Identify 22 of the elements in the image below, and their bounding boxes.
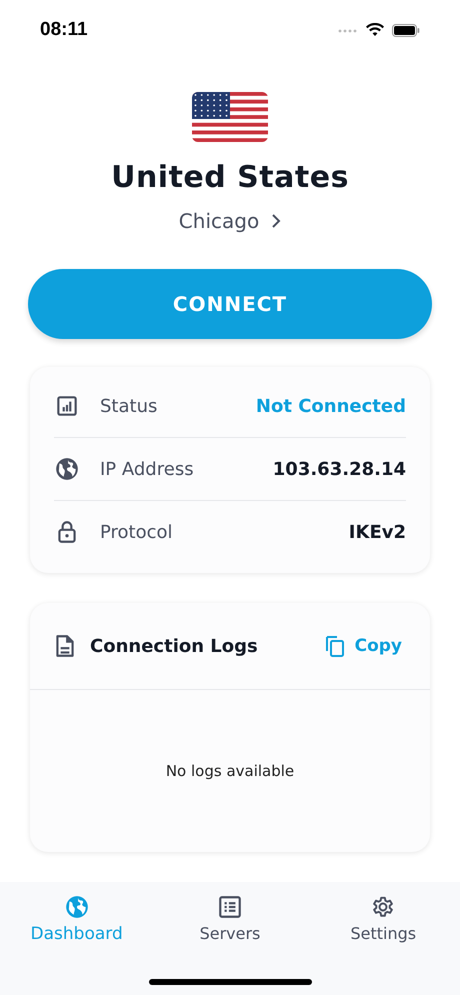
signal-icon bbox=[338, 27, 358, 33]
chevron-icon bbox=[271, 213, 282, 229]
wifi-icon bbox=[366, 23, 384, 37]
tab[interactable]: Settings bbox=[306, 894, 460, 952]
country-name: United States bbox=[111, 160, 349, 195]
info-label: Protocol bbox=[100, 522, 174, 542]
info-value: IKEv2 bbox=[348, 522, 406, 542]
info-value: Not Connected bbox=[256, 396, 406, 416]
city-selector[interactable]: Chicago bbox=[178, 209, 282, 233]
list-icon bbox=[216, 894, 243, 920]
tab[interactable]: Servers bbox=[153, 894, 307, 952]
info-label: Status bbox=[100, 396, 158, 416]
globe-icon bbox=[64, 894, 90, 920]
logs-title: Connection Logs bbox=[90, 636, 259, 656]
info-label: IP Address bbox=[100, 458, 195, 480]
status-time: 08:11 bbox=[40, 19, 88, 41]
flag-icon bbox=[192, 92, 268, 142]
empty-message: No logs available bbox=[166, 762, 294, 780]
globe-icon bbox=[54, 456, 80, 482]
copy-icon bbox=[324, 635, 345, 657]
info-value: 103.63.28.14 bbox=[272, 458, 406, 480]
battery-icon bbox=[392, 24, 420, 36]
